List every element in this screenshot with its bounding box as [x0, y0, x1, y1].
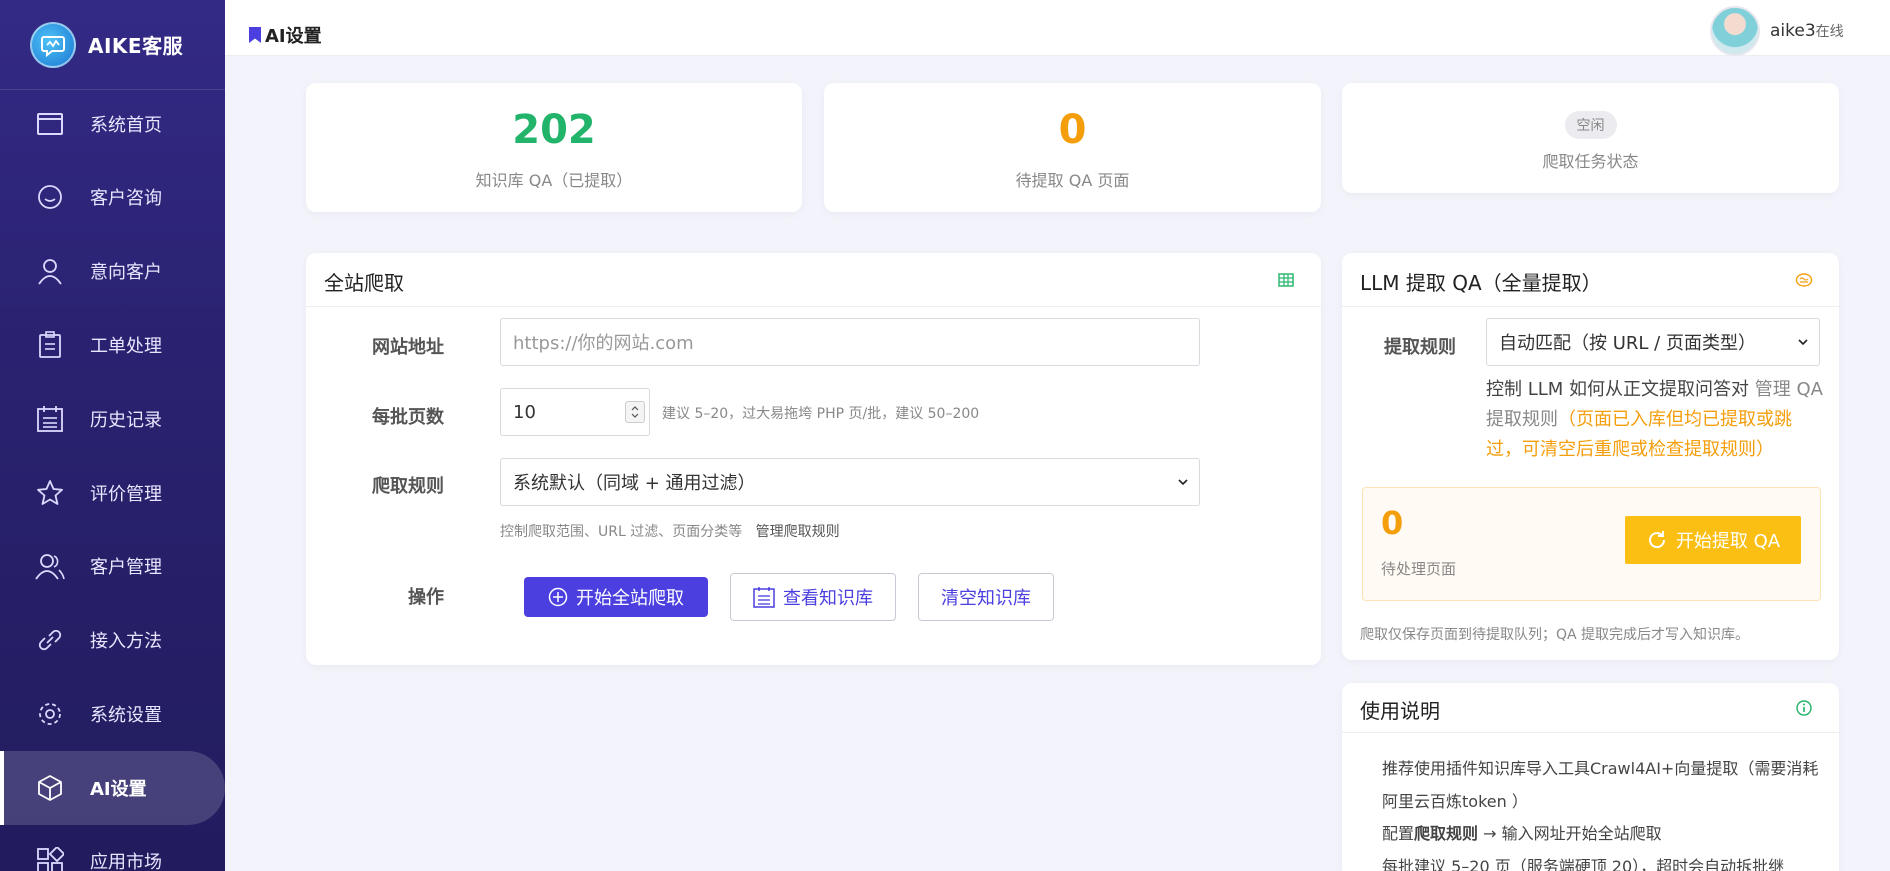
sidebar-item-reviews[interactable]: 评价管理 [0, 456, 225, 530]
pending-pages-box: 0 待处理页面 开始提取 QA [1362, 487, 1821, 601]
extract-rule-description: 控制 LLM 如何从正文提取问答对 管理 QA 提取规则（页面已入库但均已提取或… [1486, 379, 1823, 460]
sidebar-item-label: 历史记录 [90, 410, 162, 431]
cube-icon [34, 772, 66, 804]
status-badge: 空闲 [1564, 111, 1617, 139]
card-header: LLM 提取 QA（全量提取） [1342, 253, 1839, 307]
sidebar-item-label: 系统设置 [90, 705, 162, 726]
number-spinner[interactable] [625, 401, 645, 423]
card-title: 全站爬取 [324, 271, 404, 295]
extract-rule-label: 提取规则 [1384, 337, 1456, 358]
table-icon [1277, 271, 1295, 289]
pending-count: 0 [1381, 504, 1404, 542]
sidebar-item-label: 评价管理 [90, 484, 162, 505]
llm-footer-note: 爬取仅保存页面到待提取队列；QA 提取完成后才写入知识库。 [1360, 627, 1750, 643]
brain-icon [1795, 271, 1813, 289]
user-icon [34, 255, 66, 287]
guide-line: 阿里云百炼token ） [1382, 792, 1528, 811]
sidebar-item-settings[interactable]: 系统设置 [0, 677, 225, 751]
sidebar-item-ai-settings[interactable]: AI设置 [0, 751, 225, 825]
guide-line: 推荐使用插件知识库导入工具Crawl4AI+向量提取（需要消耗 [1382, 759, 1819, 778]
extract-rule-select[interactable]: 自动匹配（按 URL / 页面类型） [1486, 318, 1820, 366]
sidebar-item-label: 意向客户 [90, 262, 162, 283]
link-icon [34, 624, 66, 656]
brand-name: AIKE客服 [88, 34, 184, 58]
url-input[interactable]: https://你的网站.com [500, 318, 1200, 366]
calendar-icon [753, 586, 775, 608]
manage-crawl-rules-link[interactable]: 管理爬取规则 [756, 524, 840, 540]
sidebar-item-label: AI设置 [90, 779, 147, 800]
user-name: aike3 [1770, 21, 1816, 41]
crawl-rule-select[interactable]: 系统默认（同域 + 通用过滤） [500, 458, 1200, 506]
rule-label: 爬取规则 [372, 476, 444, 497]
stat-label: 知识库 QA（已提取） [475, 171, 633, 190]
calendar-list-icon [34, 403, 66, 435]
window-icon [34, 108, 66, 140]
llm-extract-card: LLM 提取 QA（全量提取） 提取规则 自动匹配（按 URL / 页面类型） … [1342, 253, 1839, 660]
card-header: 使用说明 [1342, 683, 1839, 733]
pending-label: 待处理页面 [1381, 560, 1457, 578]
sidebar-item-label: 接入方法 [90, 631, 162, 652]
start-crawl-button[interactable]: 开始全站爬取 [524, 577, 708, 617]
avatar[interactable] [1710, 6, 1760, 56]
view-knowledge-base-button[interactable]: 查看知识库 [730, 573, 896, 621]
refresh-icon [1646, 529, 1668, 551]
batch-label: 每批页数 [372, 407, 444, 428]
sidebar-item-label: 客户咨询 [90, 188, 162, 209]
guide-line: 配置爬取规则 → 输入网址开始全站爬取 [1382, 824, 1662, 843]
brand: AIKE客服 [0, 0, 225, 90]
stat-card-pending-qa: 0 待提取 QA 页面 [824, 83, 1321, 212]
chat-icon [34, 181, 66, 213]
apps-icon [34, 845, 66, 871]
stat-label: 待提取 QA 页面 [1015, 171, 1130, 190]
stat-value: 202 [512, 107, 596, 153]
batch-size-input[interactable]: 10 [500, 388, 650, 436]
usage-guide-card: 使用说明 推荐使用插件知识库导入工具Crawl4AI+向量提取（需要消耗 阿里云… [1342, 683, 1839, 871]
clipboard-icon [34, 329, 66, 361]
stat-label: 爬取任务状态 [1542, 152, 1639, 171]
batch-hint: 建议 5–20，过大易拖垮 PHP 页/批，建议 50–200 [662, 406, 980, 422]
card-title: LLM 提取 QA（全量提取） [1360, 271, 1602, 295]
sidebar-item-label: 客户管理 [90, 557, 162, 578]
card-header: 全站爬取 [306, 253, 1321, 307]
start-extract-qa-button[interactable]: 开始提取 QA [1625, 516, 1801, 564]
sidebar-item-label: 工单处理 [90, 336, 162, 357]
sidebar-item-label: 系统首页 [90, 115, 162, 136]
top-header: AI设置 aike3 在线 [225, 0, 1890, 56]
guide-line: 每批建议 5–20 页（服务端硬顶 20），超时会自动拆批继 [1382, 857, 1785, 871]
page-title: AI设置 [249, 22, 322, 48]
sidebar-item-app-market[interactable]: 应用市场 [0, 824, 225, 871]
star-icon [34, 477, 66, 509]
crawl-card: 全站爬取 网站地址 https://你的网站.com 每批页数 10 建议 5–… [306, 253, 1321, 665]
stat-card-kb-qa: 202 知识库 QA（已提取） [306, 83, 802, 212]
sidebar-item-customers[interactable]: 客户管理 [0, 529, 225, 603]
stat-card-crawl-status: 空闲 爬取任务状态 [1342, 83, 1839, 193]
card-title: 使用说明 [1360, 699, 1440, 723]
chevron-down-icon [1797, 334, 1809, 350]
sidebar-item-home[interactable]: 系统首页 [0, 87, 225, 161]
chevron-down-icon [1177, 474, 1189, 490]
sidebar-item-integration[interactable]: 接入方法 [0, 603, 225, 677]
url-label: 网站地址 [372, 337, 444, 358]
action-label: 操作 [408, 587, 444, 608]
brand-logo-icon [30, 21, 76, 68]
bookmark-icon [249, 27, 261, 43]
user-status: 在线 [1815, 24, 1844, 40]
sidebar-item-leads[interactable]: 意向客户 [0, 234, 225, 308]
sidebar-item-history[interactable]: 历史记录 [0, 382, 225, 456]
stat-value: 0 [1058, 107, 1087, 153]
sidebar-item-tickets[interactable]: 工单处理 [0, 308, 225, 382]
gear-icon [34, 698, 66, 730]
plus-circle-icon [548, 587, 568, 607]
users-icon [34, 550, 66, 582]
info-icon [1795, 699, 1813, 717]
sidebar-item-consult[interactable]: 客户咨询 [0, 160, 225, 234]
user-menu[interactable]: aike3 在线 [1710, 6, 1844, 56]
rule-hint: 控制爬取范围、URL 过滤、页面分类等 管理爬取规则 [500, 524, 840, 540]
clear-knowledge-base-button[interactable]: 清空知识库 [918, 573, 1054, 621]
sidebar: AIKE客服 系统首页 客户咨询 意向客户 工单处理 历史记录 评价管理 客户管… [0, 0, 225, 871]
sidebar-item-label: 应用市场 [90, 852, 162, 871]
